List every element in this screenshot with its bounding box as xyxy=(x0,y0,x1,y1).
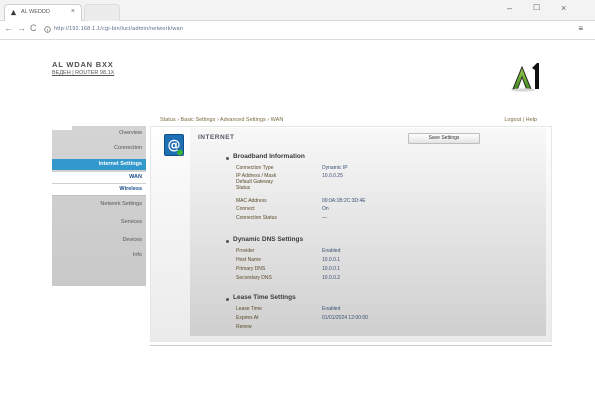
sidebar-item-label: Internet Settings xyxy=(98,161,142,167)
site-title: AL WDAN BXX xyxy=(52,60,114,69)
bullet-icon xyxy=(226,157,229,160)
field-value: 10.0.0.25 xyxy=(322,173,343,179)
sidebar-item-label: WAN xyxy=(129,174,142,180)
close-window-button[interactable]: × xyxy=(561,2,566,14)
browser-menu-icon[interactable]: ≡ xyxy=(578,24,583,33)
sidebar-item-wireless[interactable]: Wireless xyxy=(52,184,146,196)
save-settings-button[interactable]: Save Settings xyxy=(408,133,480,144)
site-header: AL WDAN BXX ВЕДЕН | ROUTER 98.1X xyxy=(52,60,114,76)
url-field[interactable]: http://192.168.1.1/cgi-bin/luci/admin/ne… xyxy=(42,24,562,36)
field-label: Lease Time xyxy=(236,306,262,312)
sidebar-item-wan[interactable]: WAN xyxy=(52,172,146,183)
browser-tab-strip: AL WEDDD × – ☐ × xyxy=(0,0,595,21)
section-heading: Dynamic DNS Settings xyxy=(233,236,304,243)
bullet-icon xyxy=(226,240,229,243)
sidebar-item-label: Info xyxy=(132,252,142,258)
breadcrumb[interactable]: Status › Basic Settings › Advanced Setti… xyxy=(160,117,283,123)
tab-title: AL WEDDD xyxy=(21,9,50,15)
field-label: MAC Address xyxy=(236,198,267,204)
field-label: Connection Type xyxy=(236,165,274,171)
brand-logo-icon xyxy=(511,63,539,92)
field-value: 01/01/2024 12:00:00 xyxy=(322,315,368,321)
window-controls: – ☐ × xyxy=(499,2,589,16)
field-value: Dynamic IP xyxy=(322,165,348,171)
site-subtitle[interactable]: ВЕДЕН | ROUTER 98.1X xyxy=(52,70,114,76)
field-value: Enabled xyxy=(322,306,341,312)
reload-button[interactable]: C xyxy=(30,23,37,33)
sidebar-item-services[interactable]: Services xyxy=(52,217,146,228)
field-value: 10.0.0.1 xyxy=(322,266,341,272)
favicon-icon xyxy=(10,9,17,16)
section-heading: Broadband Information xyxy=(233,153,305,160)
field-value: Enabled xyxy=(322,248,341,254)
field-label: Secondary DNS xyxy=(236,275,272,281)
field-label: Expires At xyxy=(236,315,259,321)
sidebar-item-info[interactable]: Info xyxy=(52,250,146,261)
field-value: On xyxy=(322,206,329,212)
tab-close-icon[interactable]: × xyxy=(71,8,75,15)
bullet-icon xyxy=(226,298,229,301)
url-text: http://192.168.1.1/cgi-bin/luci/admin/ne… xyxy=(54,26,184,32)
sidebar-item-connection[interactable]: Connection xyxy=(52,143,146,154)
sidebar-item-internet-settings[interactable]: Internet Settings xyxy=(52,159,146,170)
address-bar-row: ← → C http://192.168.1.1/cgi-bin/luci/ad… xyxy=(0,21,595,40)
internet-at-icon: @ xyxy=(164,134,184,156)
sidebar-item-label: Services xyxy=(120,219,142,225)
field-label: Renew xyxy=(236,324,252,330)
field-value: 10.0.0.2 xyxy=(322,275,341,281)
field-label: Provider xyxy=(236,248,255,254)
field-value: — xyxy=(322,215,327,221)
forward-button[interactable]: → xyxy=(17,23,26,33)
field-value: 10.0.0.1 xyxy=(322,257,341,263)
sidebar-corner xyxy=(52,122,72,130)
sidebar-item-label: Devices xyxy=(122,237,142,243)
sidebar-item-label: Overview xyxy=(119,130,142,136)
sidebar-item-label: Connection xyxy=(114,145,142,151)
sidebar-item-devices[interactable]: Devices xyxy=(52,235,146,246)
browser-tab[interactable]: AL WEDDD × xyxy=(4,4,82,21)
info-icon[interactable] xyxy=(44,26,51,33)
minimize-button[interactable]: – xyxy=(507,2,512,14)
field-label: Host Name xyxy=(236,257,262,263)
sidebar-item-label: Wireless xyxy=(119,186,142,192)
field-label: Connect xyxy=(236,206,255,212)
maximize-button[interactable]: ☐ xyxy=(533,2,540,14)
panel-title: INTERNET xyxy=(198,134,235,141)
field-label: Status xyxy=(236,185,251,191)
new-tab-button[interactable] xyxy=(84,4,120,21)
sidebar-item-network-settings[interactable]: Network Settings xyxy=(52,199,146,210)
sidebar-nav: Overview Connection Internet Settings WA… xyxy=(52,126,146,286)
footer-divider xyxy=(150,345,552,346)
top-links[interactable]: Logout | Help xyxy=(504,117,537,123)
field-label: Primary DNS xyxy=(236,266,266,272)
back-button[interactable]: ← xyxy=(4,23,13,33)
sidebar-item-label: Network Settings xyxy=(100,201,142,207)
section-heading: Lease Time Settings xyxy=(233,294,296,301)
field-value: 00:0A:1B:2C:3D:4E xyxy=(322,198,366,204)
field-label: Connection Status xyxy=(236,215,277,221)
